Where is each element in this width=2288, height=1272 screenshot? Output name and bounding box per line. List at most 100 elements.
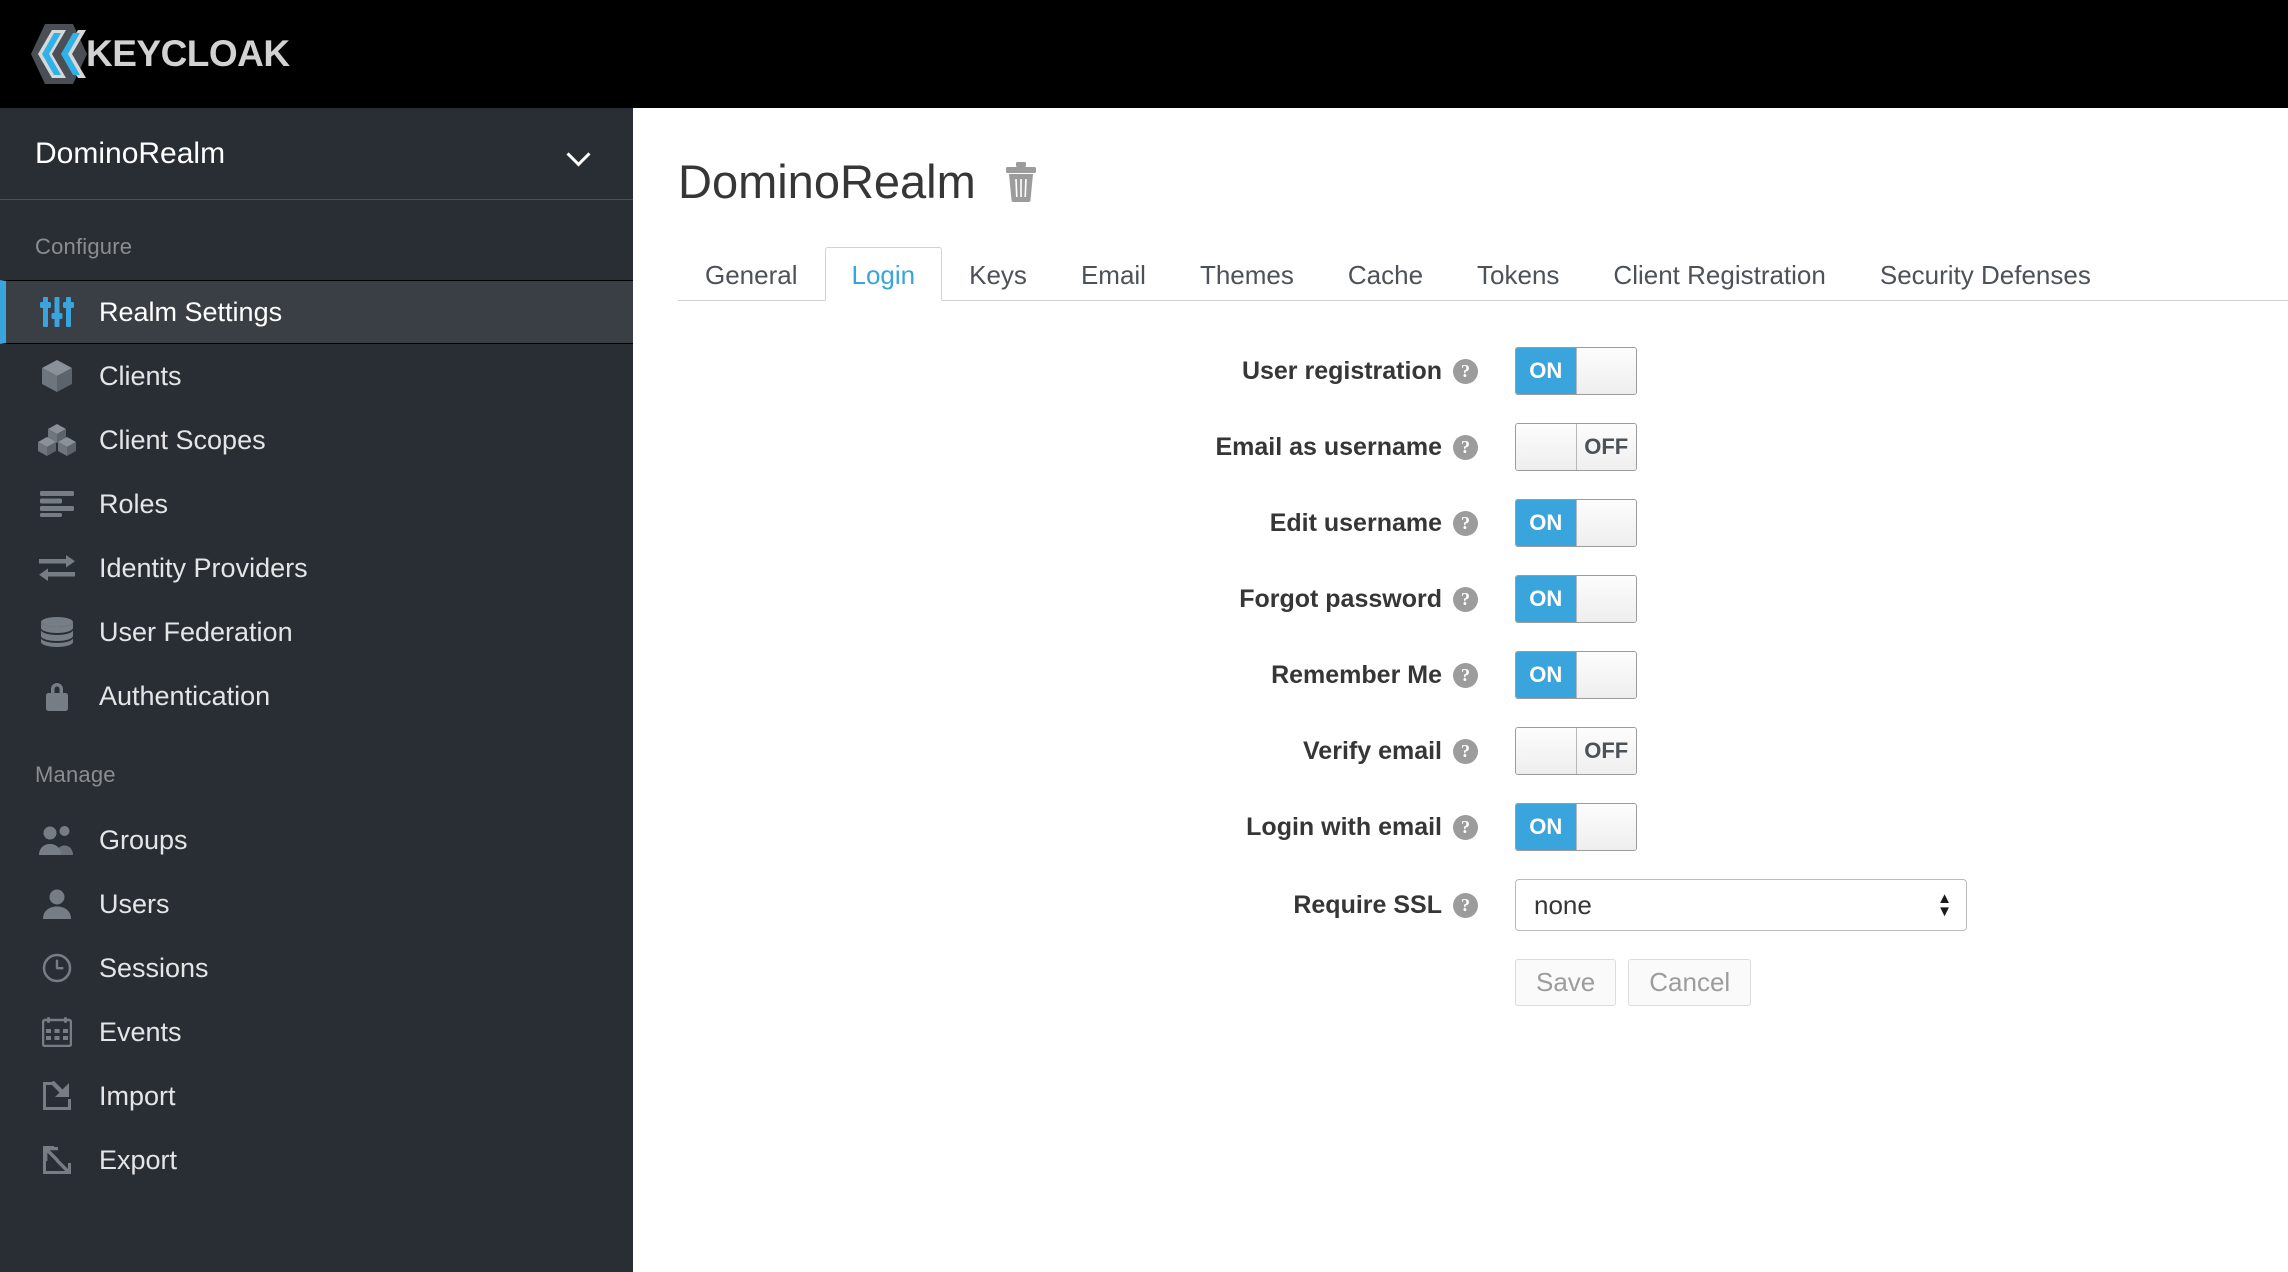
sidebar-item-import[interactable]: Import — [0, 1064, 633, 1128]
tab-cache[interactable]: Cache — [1321, 247, 1450, 301]
sidebar-item-identity-providers[interactable]: Identity Providers — [0, 536, 633, 600]
sidebar-item-label: Identity Providers — [99, 552, 308, 583]
sidebar-item-label: Groups — [99, 824, 188, 855]
cubes-icon — [35, 422, 79, 458]
require-ssl-selected-value: none — [1534, 889, 1592, 920]
toggle-verify-email[interactable]: OFF — [1515, 727, 1637, 775]
tab-email[interactable]: Email — [1054, 247, 1173, 301]
form-label-text: User registration — [1241, 356, 1442, 385]
sidebar-item-authentication[interactable]: Authentication — [0, 664, 633, 728]
form-row-forgot-password: Forgot password ? ON — [633, 575, 2288, 623]
page-header: DominoRealm — [633, 108, 2288, 209]
form-row-verify-email: Verify email ? OFF — [633, 727, 2288, 775]
cancel-button[interactable]: Cancel — [1628, 959, 1752, 1006]
tab-themes[interactable]: Themes — [1173, 247, 1321, 301]
tab-login[interactable]: Login — [824, 247, 943, 301]
sidebar-item-label: Sessions — [99, 952, 209, 983]
toggle-state-label: OFF — [1576, 424, 1636, 470]
help-icon[interactable]: ? — [1453, 814, 1478, 840]
sidebar-section-configure-title: Configure — [35, 234, 133, 259]
form-control: OFF — [1515, 727, 1637, 775]
form-label: Edit username ? — [633, 509, 1478, 538]
toggle-handle — [1575, 500, 1636, 546]
sidebar-item-label: Export — [99, 1144, 178, 1175]
database-icon — [35, 614, 79, 650]
toggle-handle — [1575, 576, 1636, 622]
toggle-edit-username[interactable]: ON — [1515, 499, 1637, 547]
form-label: Require SSL ? — [633, 891, 1478, 920]
toggle-handle — [1575, 348, 1636, 394]
tab-general[interactable]: General — [678, 247, 825, 301]
form-row-edit-username: Edit username ? ON — [633, 499, 2288, 547]
sidebar-item-user-federation[interactable]: User Federation — [0, 600, 633, 664]
toggle-user-registration[interactable]: ON — [1515, 347, 1637, 395]
require-ssl-select[interactable]: none ▲ ▼ — [1515, 879, 1967, 931]
save-button[interactable]: Save — [1515, 959, 1617, 1006]
form-label: Verify email ? — [633, 737, 1478, 766]
sidebar-item-events[interactable]: Events — [0, 1000, 633, 1064]
keycloak-hexagon-logo-icon — [31, 24, 87, 84]
toggle-state-label: OFF — [1576, 728, 1636, 774]
tab-client-registration[interactable]: Client Registration — [1586, 247, 1852, 301]
form-label-text: Forgot password — [1239, 584, 1442, 613]
sidebar-item-label: Clients — [99, 360, 182, 391]
sidebar-item-realm-settings[interactable]: Realm Settings — [0, 280, 633, 344]
form-control: OFF — [1515, 423, 1637, 471]
import-arrow-icon — [35, 1078, 79, 1114]
help-icon[interactable]: ? — [1453, 892, 1478, 918]
help-icon[interactable]: ? — [1453, 510, 1478, 536]
sidebar-item-roles[interactable]: Roles — [0, 472, 633, 536]
toggle-handle — [1575, 804, 1636, 850]
sidebar-item-sessions[interactable]: Sessions — [0, 936, 633, 1000]
toggle-email-as-username[interactable]: OFF — [1515, 423, 1637, 471]
tab-keys[interactable]: Keys — [942, 247, 1054, 301]
sidebar-item-label: Events — [99, 1016, 182, 1047]
sidebar-item-label: Users — [99, 888, 170, 919]
help-icon[interactable]: ? — [1453, 586, 1478, 612]
sidebar-item-label: Roles — [99, 488, 169, 519]
help-icon[interactable]: ? — [1453, 738, 1478, 764]
help-icon[interactable]: ? — [1453, 434, 1478, 460]
sidebar-item-client-scopes[interactable]: Client Scopes — [0, 408, 633, 472]
user-icon — [35, 886, 79, 922]
form-row-login-with-email: Login with email ? ON — [633, 803, 2288, 851]
help-icon[interactable]: ? — [1453, 662, 1478, 688]
form-row-user-registration: User registration ? ON — [633, 347, 2288, 395]
sidebar-item-clients[interactable]: Clients — [0, 344, 633, 408]
form-row-email-as-username: Email as username ? OFF — [633, 423, 2288, 471]
sidebar-item-export[interactable]: Export — [0, 1128, 633, 1192]
users-group-icon — [35, 822, 79, 858]
sidebar-item-groups[interactable]: Groups — [0, 808, 633, 872]
form-control: ON — [1515, 347, 1637, 395]
toggle-forgot-password[interactable]: ON — [1515, 575, 1637, 623]
login-settings-form: User registration ? ON Email as username… — [633, 301, 2288, 1006]
sidebar-item-users[interactable]: Users — [0, 872, 633, 936]
stepper-down-icon: ▼ — [1937, 903, 1952, 920]
form-label-text: Login with email — [1246, 812, 1442, 841]
toggle-login-with-email[interactable]: ON — [1515, 803, 1637, 851]
form-label: User registration ? — [633, 357, 1478, 386]
realm-selector[interactable]: DominoRealm — [0, 108, 633, 200]
toggle-remember-me[interactable]: ON — [1515, 651, 1637, 699]
form-label-text: Remember Me — [1271, 660, 1442, 689]
tab-tokens[interactable]: Tokens — [1450, 247, 1586, 301]
form-label: Login with email ? — [633, 813, 1478, 842]
toggle-handle — [1516, 728, 1577, 774]
stepper-arrows-icon[interactable]: ▲ ▼ — [1937, 891, 1952, 920]
toggle-handle — [1575, 652, 1636, 698]
trash-icon[interactable] — [1004, 161, 1038, 202]
brand-logo-link[interactable]: KEYCLOAK — [28, 20, 290, 88]
form-row-remember-me: Remember Me ? ON — [633, 651, 2288, 699]
chevron-down-icon — [567, 146, 593, 162]
clock-icon — [35, 950, 79, 986]
tab-security-defenses[interactable]: Security Defenses — [1853, 247, 2118, 301]
form-control: ON — [1515, 803, 1637, 851]
form-label: Email as username ? — [633, 433, 1478, 462]
form-control: ON — [1515, 575, 1637, 623]
form-label: Forgot password ? — [633, 585, 1478, 614]
toggle-state-label: ON — [1516, 576, 1576, 622]
help-icon[interactable]: ? — [1453, 358, 1478, 384]
brand-name: KEYCLOAK — [86, 33, 290, 74]
form-label-text: Edit username — [1269, 508, 1442, 537]
form-label-text: Require SSL — [1293, 890, 1442, 919]
